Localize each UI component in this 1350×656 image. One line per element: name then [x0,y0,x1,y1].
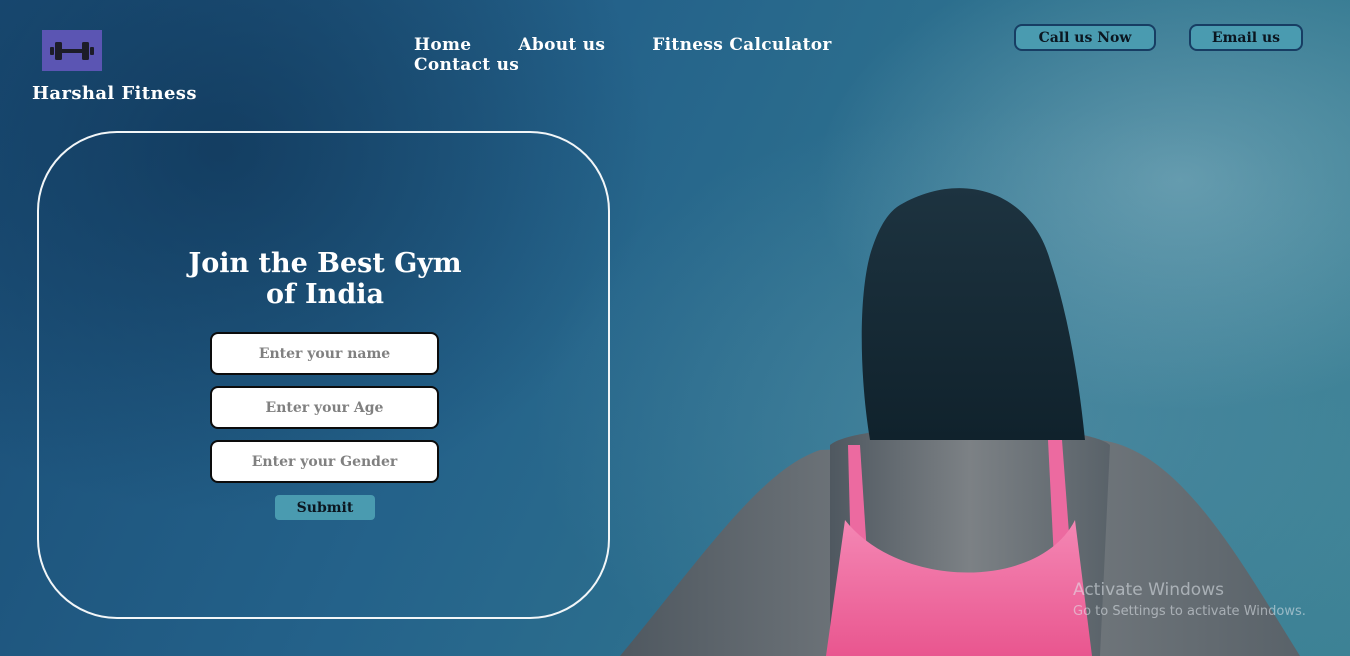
call-us-button[interactable]: Call us Now [1014,24,1156,51]
form-title: Join the Best Gym of India [188,248,462,310]
dumbbell-icon [50,41,94,60]
activate-windows-title: Activate Windows [1073,580,1224,600]
nav-home-link[interactable]: Home [414,35,471,55]
submit-button[interactable]: Submit [275,495,375,520]
nav-fitness-calculator-link[interactable]: Fitness Calculator [652,35,831,55]
name-input[interactable] [210,332,439,375]
nav-about-link[interactable]: About us [518,35,605,55]
main-nav: Home About us Fitness Calculator Contact u… [414,35,934,75]
email-us-button[interactable]: Email us [1189,24,1303,51]
join-form-card: Join the Best Gym of India Submit [37,131,610,619]
gender-input[interactable] [210,440,439,483]
nav-contact-link[interactable]: Contact us [414,55,519,75]
brand-name: Harshal Fitness [32,83,197,104]
activate-windows-subtitle: Go to Settings to activate Windows. [1073,604,1306,619]
age-input[interactable] [210,386,439,429]
logo[interactable] [42,30,102,71]
